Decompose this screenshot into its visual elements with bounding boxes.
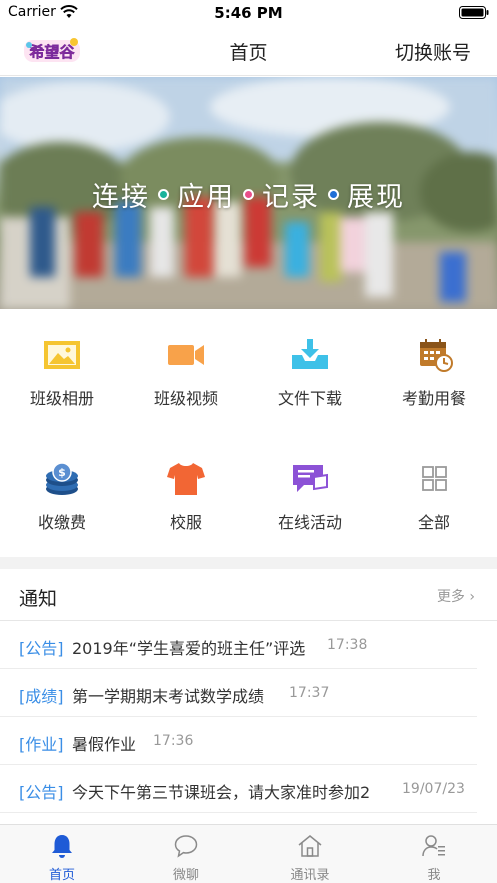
status-bar: Carrier 5:46 PM [0, 0, 497, 26]
section-divider [0, 557, 497, 569]
notice-item[interactable]: [公告] 2019年“学生喜爱的班主任”评选 17:38 [0, 621, 477, 669]
more-label: 更多 [436, 589, 465, 605]
slogan-word-2: 应用 [177, 182, 235, 213]
grid-item-class-video[interactable]: 班级视频 [124, 309, 248, 433]
tab-label: 微聊 [172, 868, 199, 883]
notice-item[interactable]: [成绩] 第一学期期末考试数学成绩 17:37 [0, 669, 477, 717]
grid-icon [422, 466, 447, 491]
chat-flag-icon [293, 465, 328, 492]
notice-header: 通知 更多 › [0, 569, 497, 621]
notice-time: 17:37 [289, 685, 330, 701]
notice-item[interactable]: [公告] 今天下午第三节课班会，请大家准时参加2 19/07/23 [0, 765, 477, 813]
grid-label: 文件下载 [277, 389, 342, 408]
grid-label: 收缴费 [37, 513, 86, 532]
notice-list: [公告] 2019年“学生喜爱的班主任”评选 17:38 [成绩] 第一学期期末… [0, 621, 497, 813]
banner-slogan: 连接 应用 记录 展现 [0, 175, 497, 214]
grid-label: 考勤用餐 [401, 389, 466, 408]
tshirt-icon [167, 463, 205, 495]
house-icon [298, 835, 322, 857]
coins-icon: $ [46, 462, 78, 495]
notice-item[interactable]: [作业] 暑假作业 17:36 [0, 717, 477, 765]
grid-item-online-activity[interactable]: 在线活动 [248, 433, 372, 557]
grid-label: 班级视频 [153, 389, 218, 408]
tab-bar: 首页 微聊 通讯录 我 [0, 824, 497, 883]
notice-text: 今天下午第三节课班会，请大家准时参加2 [72, 783, 371, 802]
tab-home[interactable]: 首页 [0, 825, 124, 883]
navigation-bar: 希望谷 首页 切换账号 [0, 26, 497, 76]
svg-text:$: $ [58, 466, 66, 479]
notice-text: 2019年“学生喜爱的班主任”评选 [72, 639, 306, 658]
grid-item-all[interactable]: 全部 [372, 433, 496, 557]
notice-time: 17:38 [327, 637, 368, 653]
chat-bubble-icon [174, 835, 198, 858]
slogan-dot-2 [243, 189, 254, 200]
notice-text: 第一学期期末考试数学成绩 [72, 687, 265, 706]
status-time: 5:46 PM [214, 4, 283, 22]
calendar-clock-icon [420, 339, 453, 372]
grid-item-attendance-meal[interactable]: 考勤用餐 [372, 309, 496, 433]
battery-icon [459, 6, 489, 19]
tab-label: 我 [427, 868, 441, 883]
grid-item-class-album[interactable]: 班级相册 [0, 309, 124, 433]
grid-label: 全部 [417, 513, 450, 532]
grid-item-uniform[interactable]: 校服 [124, 433, 248, 557]
notice-tag: [作业] [19, 735, 64, 754]
tab-chat[interactable]: 微聊 [124, 825, 248, 883]
grid-label: 班级相册 [29, 389, 94, 408]
tab-me[interactable]: 我 [372, 825, 496, 883]
photo-album-icon [44, 341, 80, 369]
chevron-right-icon: › [469, 589, 475, 605]
notice-tag: [成绩] [19, 687, 64, 706]
grid-label: 在线活动 [277, 513, 342, 532]
notice-text: 暑假作业 [72, 735, 137, 754]
slogan-word-3: 记录 [262, 182, 320, 213]
slogan-word-4: 展现 [347, 182, 405, 213]
notice-time: 17:36 [153, 733, 194, 749]
bell-icon [52, 835, 72, 858]
grid-label: 校服 [169, 513, 202, 532]
tab-contacts[interactable]: 通讯录 [248, 825, 372, 883]
notice-tag: [公告] [19, 783, 64, 802]
video-camera-icon [168, 345, 204, 365]
profile-list-icon [422, 835, 445, 857]
download-tray-icon [292, 339, 328, 369]
slogan-word-1: 连接 [92, 182, 150, 213]
slogan-dot-1 [158, 189, 169, 200]
function-grid: 班级相册 班级视频 文件下载 考勤用餐 $ 收缴费 校服 在线活动 全部 [0, 309, 497, 557]
grid-item-fee-payment[interactable]: $ 收缴费 [0, 433, 124, 557]
slogan-dot-3 [328, 189, 339, 200]
switch-account-button[interactable]: 切换账号 [395, 38, 471, 65]
more-link[interactable]: 更多 › [437, 586, 475, 606]
notice-tag: [公告] [19, 639, 64, 658]
grid-item-file-download[interactable]: 文件下载 [248, 309, 372, 433]
notice-title: 通知 [19, 588, 58, 610]
tab-label: 通讯录 [290, 868, 330, 883]
banner-carousel[interactable]: 连接 应用 记录 展现 [0, 77, 497, 309]
notice-time: 19/07/23 [402, 781, 465, 797]
tab-label: 首页 [48, 868, 75, 883]
